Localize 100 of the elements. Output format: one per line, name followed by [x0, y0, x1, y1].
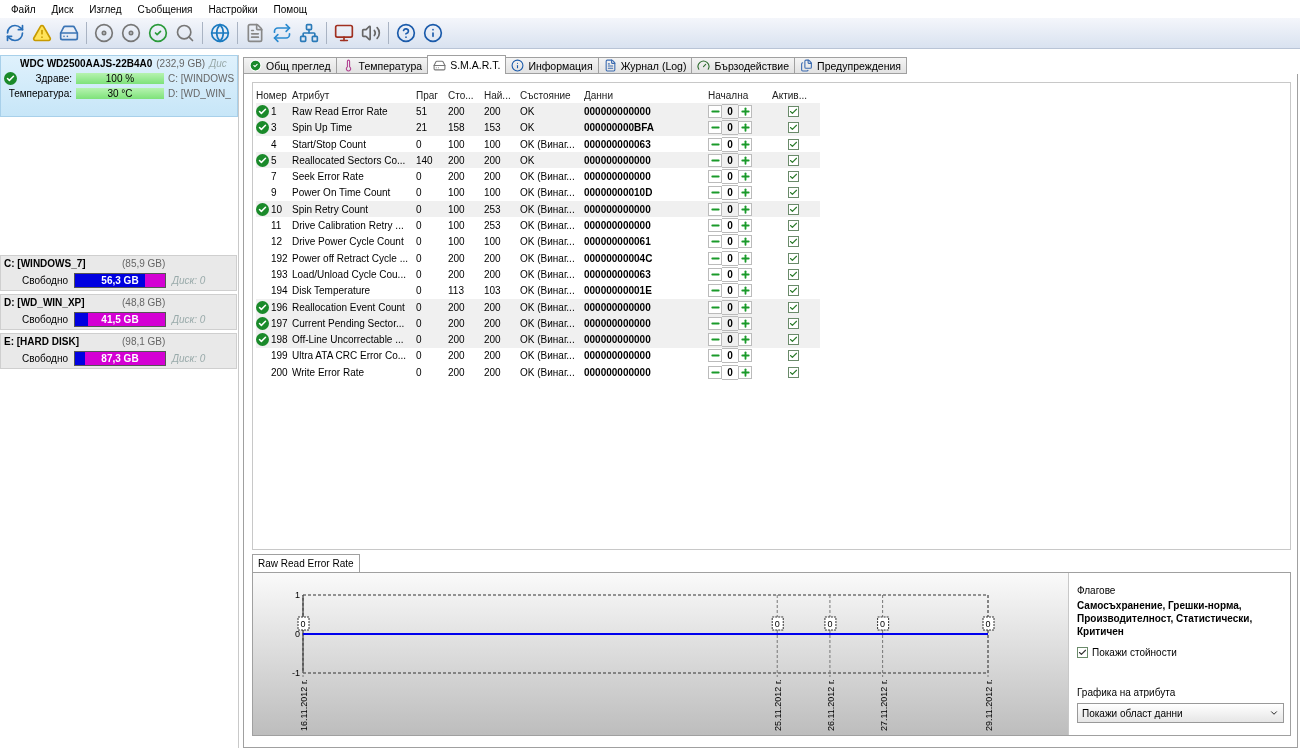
plus-icon: [739, 236, 751, 248]
minus-button[interactable]: [708, 267, 722, 281]
tab[interactable]: Предупреждения: [794, 57, 908, 74]
plus-button[interactable]: [738, 365, 752, 379]
table-cell: 7: [271, 171, 277, 183]
minus-button[interactable]: [708, 121, 722, 135]
minus-button[interactable]: [708, 186, 722, 200]
value-label: 0: [297, 616, 310, 631]
menu-item[interactable]: Диск: [44, 3, 81, 15]
plus-button[interactable]: [738, 267, 752, 281]
table-cell: 0: [416, 138, 422, 150]
plus-icon: [739, 203, 751, 215]
plus-icon: [739, 187, 751, 199]
toolbar-button[interactable]: [394, 21, 418, 45]
minus-button[interactable]: [708, 170, 722, 184]
tab[interactable]: Бързодействие: [691, 57, 796, 74]
active-checkbox[interactable]: [788, 187, 799, 199]
active-checkbox[interactable]: [788, 105, 799, 117]
minus-button[interactable]: [708, 202, 722, 216]
minus-button[interactable]: [708, 284, 722, 298]
minus-button[interactable]: [708, 251, 722, 265]
plus-button[interactable]: [738, 104, 752, 118]
plus-button[interactable]: [738, 186, 752, 200]
plus-button[interactable]: [738, 235, 752, 249]
toolbar-button[interactable]: [208, 21, 232, 45]
tab[interactable]: Информация: [505, 57, 599, 74]
active-checkbox[interactable]: [788, 317, 799, 329]
toolbar-button[interactable]: [92, 21, 116, 45]
active-checkbox[interactable]: [788, 285, 799, 297]
active-checkbox[interactable]: [788, 268, 799, 280]
data-label: 0: [300, 619, 306, 629]
plus-button[interactable]: [738, 153, 752, 167]
active-checkbox[interactable]: [788, 350, 799, 362]
column-header[interactable]: Най...: [484, 89, 511, 101]
disk-label: Дис: [209, 58, 227, 69]
plus-button[interactable]: [738, 284, 752, 298]
active-checkbox[interactable]: [788, 171, 799, 183]
menu-item[interactable]: Изглед: [82, 3, 129, 15]
column-header[interactable]: Начална: [708, 89, 749, 101]
toolbar-button[interactable]: [297, 21, 321, 45]
active-checkbox[interactable]: [788, 252, 799, 264]
column-header[interactable]: Актив...: [772, 89, 807, 101]
column-header[interactable]: Състояние: [520, 89, 571, 101]
active-checkbox[interactable]: [788, 366, 799, 378]
tab[interactable]: Журнал (Log): [597, 57, 693, 74]
graph-mode-dropdown[interactable]: Покажи област данни: [1077, 703, 1284, 723]
minus-button[interactable]: [708, 235, 722, 249]
active-checkbox[interactable]: [788, 220, 799, 231]
minus-button[interactable]: [708, 365, 722, 379]
menu-item[interactable]: Настройки: [201, 3, 265, 15]
minus-button[interactable]: [708, 349, 722, 363]
minus-button[interactable]: [708, 153, 722, 167]
tab[interactable]: Температура: [335, 57, 429, 74]
tab[interactable]: S.M.A.R.T.: [427, 55, 507, 74]
show-values-checkbox[interactable]: [1077, 647, 1088, 658]
plus-button[interactable]: [738, 300, 752, 314]
x-tick-label: 27.11.2012 г.: [878, 679, 889, 731]
toolbar-button[interactable]: [146, 21, 170, 45]
tab[interactable]: Общ преглед: [243, 57, 337, 74]
column-header[interactable]: Номер: [256, 89, 287, 101]
drive-icon: [433, 58, 447, 72]
plus-button[interactable]: [738, 349, 752, 363]
minus-button[interactable]: [708, 219, 722, 232]
toolbar-button[interactable]: [421, 21, 445, 45]
plus-button[interactable]: [738, 202, 752, 216]
plus-button[interactable]: [738, 219, 752, 232]
table-cell: OK (Винаг...: [520, 268, 575, 280]
plus-button[interactable]: [738, 170, 752, 184]
table-cell: OK (Винаг...: [520, 301, 575, 313]
table-cell: 3: [271, 122, 277, 134]
plus-button[interactable]: [738, 316, 752, 330]
active-checkbox[interactable]: [788, 203, 799, 215]
toolbar-button[interactable]: [119, 21, 143, 45]
table-cell: 9: [271, 187, 277, 199]
active-checkbox[interactable]: [788, 122, 799, 134]
gauge-icon: [697, 59, 711, 72]
plus-button[interactable]: [738, 333, 752, 347]
minus-button[interactable]: [708, 333, 722, 347]
minus-button[interactable]: [708, 104, 722, 118]
minus-button[interactable]: [708, 300, 722, 314]
menu-item[interactable]: Съобщения: [130, 3, 200, 15]
column-header[interactable]: Данни: [584, 89, 613, 101]
active-checkbox[interactable]: [788, 236, 799, 248]
active-checkbox[interactable]: [788, 154, 799, 166]
info-icon: [511, 59, 525, 72]
plus-button[interactable]: [738, 121, 752, 135]
menu-item[interactable]: Файл: [4, 3, 43, 15]
column-header[interactable]: Сто...: [448, 89, 474, 101]
minus-button[interactable]: [708, 316, 722, 330]
menu-item[interactable]: Помощ: [266, 3, 314, 15]
minus-button[interactable]: [708, 137, 722, 151]
active-checkbox[interactable]: [788, 138, 799, 150]
column-header[interactable]: Праг: [416, 89, 438, 101]
plus-button[interactable]: [738, 251, 752, 265]
graph-tab[interactable]: Raw Read Error Rate: [252, 554, 360, 572]
active-checkbox[interactable]: [788, 301, 799, 313]
plus-button[interactable]: [738, 137, 752, 151]
column-header[interactable]: Атрибут: [292, 89, 330, 101]
disk-card[interactable]: WDC WD2500AAJS-22B4A0 (232,9 GB) Дис Здраве: 100 % C: [WINDOWS Температура: 30 °C D: [WD_WIN_: [0, 55, 238, 117]
active-checkbox[interactable]: [788, 334, 799, 346]
